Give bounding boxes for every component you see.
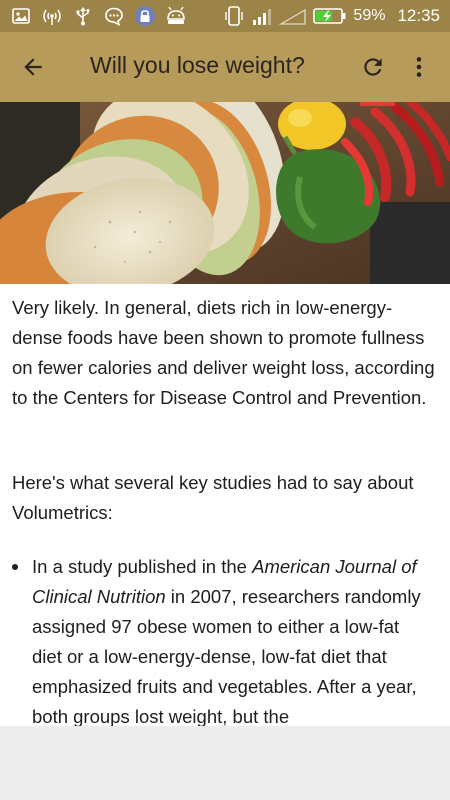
hero-image (0, 102, 450, 284)
article-content: Very likely. In general, diets rich in l… (0, 284, 450, 726)
back-button[interactable] (14, 48, 52, 86)
usb-icon (72, 5, 94, 27)
page-title: Will you lose weight? (90, 52, 305, 78)
bullet-icon (12, 564, 18, 570)
status-clock: 12:35 (397, 6, 440, 25)
more-vertical-icon (416, 57, 422, 77)
vpn-lock-icon (134, 5, 156, 27)
system-indicators: 59% 12:35 (223, 4, 440, 28)
wireless-icon (41, 5, 63, 27)
arrow-left-icon (24, 58, 42, 76)
refresh-icon (364, 58, 382, 76)
refresh-button[interactable] (354, 48, 392, 86)
battery-percentage: 59% (353, 7, 386, 24)
android-icon (165, 5, 187, 27)
article-paragraph: Very likely. In general, diets rich in l… (12, 297, 435, 408)
more-options-button[interactable] (400, 48, 438, 86)
article-paragraph: Here's what several key studies had to s… (12, 472, 414, 523)
chat-icon (103, 5, 125, 27)
bottom-panel (0, 726, 450, 800)
battery-charging-icon (313, 5, 347, 27)
list-item-text: In a study published in the American Jou… (32, 556, 421, 726)
image-icon (10, 5, 32, 27)
status-bar: 59% 12:35 (0, 0, 450, 32)
phone-vibrate-icon (223, 5, 245, 27)
signal-icon (251, 5, 273, 27)
app-bar: Will you lose weight? (0, 32, 450, 102)
signal-empty-icon (279, 5, 307, 27)
notification-icons (10, 5, 187, 27)
